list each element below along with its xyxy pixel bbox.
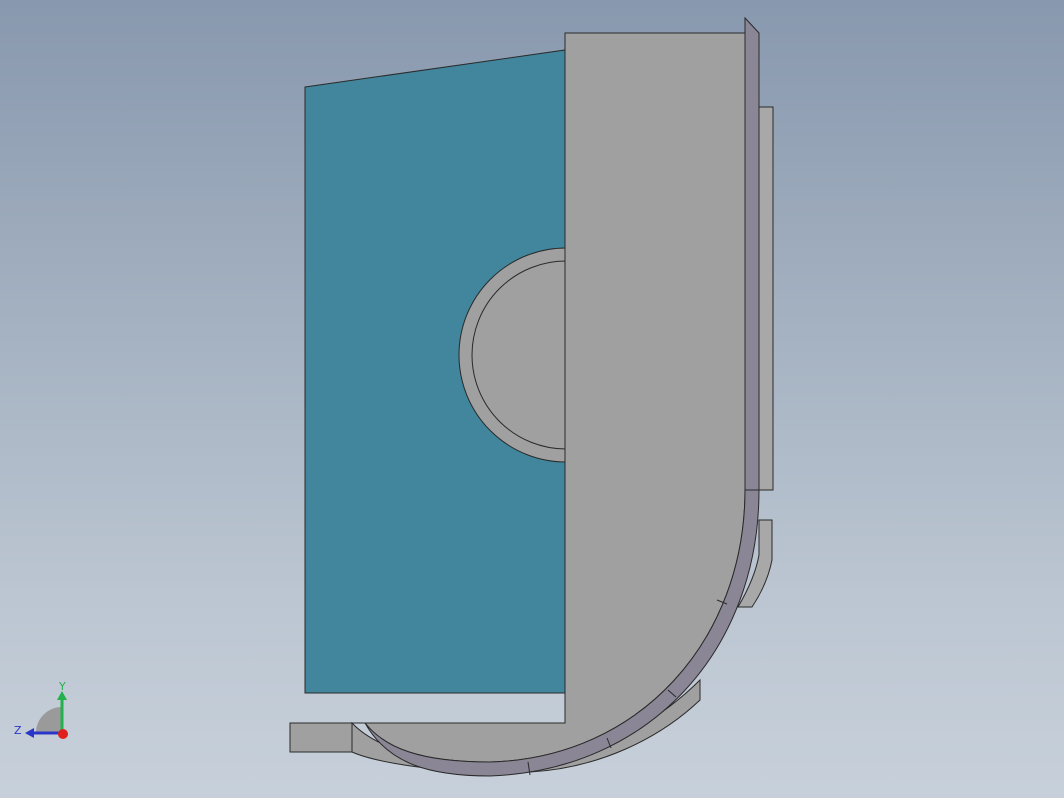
model-view[interactable]: Y Z (0, 0, 1064, 798)
cad-graphics-viewport[interactable]: Y Z (0, 0, 1064, 798)
z-axis-label: Z (14, 724, 22, 737)
y-axis-label: Y (58, 680, 66, 693)
x-axis-origin-dot (58, 729, 68, 739)
triad-quarter-disc (36, 707, 62, 733)
coordinate-triad[interactable]: Y Z (14, 680, 68, 739)
base-ledge[interactable] (289, 722, 353, 753)
rear-strip[interactable] (758, 106, 774, 491)
z-axis-arrowhead (25, 728, 34, 738)
back-plate[interactable] (744, 16, 760, 491)
